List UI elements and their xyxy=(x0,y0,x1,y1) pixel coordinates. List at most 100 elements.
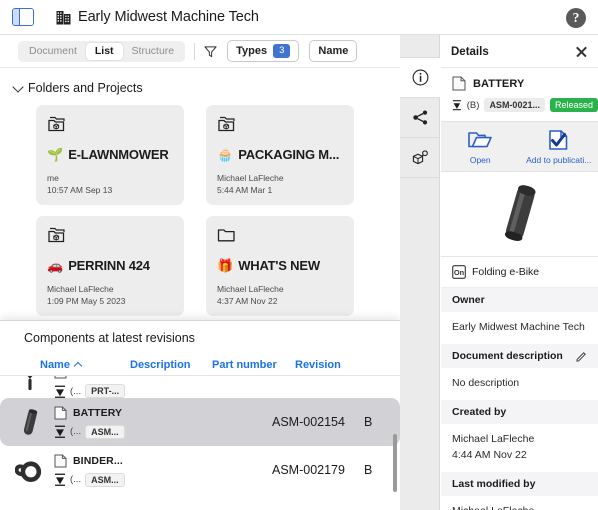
column-header-part-number[interactable]: Part number xyxy=(212,359,295,371)
details-part-pill: ASM-0021... xyxy=(484,98,545,112)
pencil-icon[interactable] xyxy=(576,351,587,362)
table-row-name: BINDER... xyxy=(73,454,123,467)
table-row-revision: B xyxy=(364,415,373,429)
folder-card[interactable]: 🎁 WHAT'S NEW Michael LaFleche 4:37 AM No… xyxy=(206,216,354,316)
details-revision-label: (B) xyxy=(466,99,480,111)
details-source-label: Folding e-Bike xyxy=(472,266,540,278)
details-owner-value: Early Midwest Machine Tech xyxy=(452,321,585,333)
document-sheet-icon xyxy=(54,406,67,419)
table-row-paren: (... xyxy=(70,426,82,437)
revision-icon xyxy=(452,100,461,111)
table-row-info: BATTERY (... ASM... xyxy=(54,406,160,439)
folder-card-owner: Michael LaFleche xyxy=(47,284,114,295)
folders-section-header[interactable]: Folders and Projects xyxy=(0,68,400,105)
details-field-label-created-by: Created by xyxy=(441,400,598,425)
revision-icon xyxy=(55,425,65,438)
details-preview xyxy=(441,172,598,257)
folder-card-name-row: 🧁 PACKAGING M... xyxy=(217,147,343,162)
table-row-paren: (... xyxy=(70,474,82,485)
table-row-part-pill: PRT-... xyxy=(85,384,126,398)
tab-list[interactable]: List xyxy=(85,42,123,60)
tab-structure[interactable]: Structure xyxy=(123,43,184,60)
table-row[interactable]: (... PRT-... xyxy=(0,376,400,398)
table-row-name-line: BATTERY xyxy=(54,406,160,420)
folder-card-grid: 🌱 E-LAWNMOWER me 10:57 AM Sep 13 🧁 PACKA… xyxy=(0,105,400,316)
close-icon[interactable] xyxy=(575,45,588,58)
details-last-modified-label: Last modified by xyxy=(452,477,536,490)
rail-button-properties[interactable] xyxy=(400,138,440,178)
column-header-name-label: Name xyxy=(40,358,70,371)
folder-card-modified: 1:09 PM May 5 2023 xyxy=(47,295,126,306)
folder-card[interactable]: 🚗 PERRINN 424 Michael LaFleche 1:09 PM M… xyxy=(36,216,184,316)
open-folder-icon xyxy=(468,132,493,148)
add-to-publication-button[interactable]: Add to publicati... xyxy=(520,129,598,165)
folder-card-modified: 10:57 AM Sep 13 xyxy=(47,184,113,195)
components-panel-title: Components at latest revisions xyxy=(0,321,400,354)
folder-card[interactable]: 🌱 E-LAWNMOWER me 10:57 AM Sep 13 xyxy=(36,105,184,205)
table-row-name-line xyxy=(54,376,160,379)
table-row[interactable]: BINDER... (... ASM... ASM-002179 B xyxy=(0,446,400,492)
svg-text:On: On xyxy=(454,268,465,277)
funnel-icon[interactable] xyxy=(204,45,217,58)
rail-button-info[interactable] xyxy=(400,58,440,98)
filter-chip-name[interactable]: Name xyxy=(309,40,358,62)
folder-card-owner: Michael LaFleche xyxy=(217,173,284,184)
filter-chip-types-count: 3 xyxy=(273,44,291,58)
details-created-by-label: Created by xyxy=(452,406,507,419)
table-row-part-pill: ASM... xyxy=(85,424,125,439)
folders-section-label: Folders and Projects xyxy=(28,81,143,95)
project-folder-icon xyxy=(48,227,65,243)
folder-card[interactable]: 🧁 PACKAGING M... Michael LaFleche 5:44 A… xyxy=(206,105,354,205)
table-row-name: BATTERY xyxy=(73,406,123,419)
revision-icon xyxy=(55,385,65,398)
table-row-sub-line: (... ASM... xyxy=(54,472,160,487)
app-root: Early Midwest Machine Tech ? Document Li… xyxy=(0,0,598,510)
details-action-bar: Open Add to publicati... xyxy=(441,121,598,172)
document-title-group: Early Midwest Machine Tech xyxy=(56,9,259,25)
add-to-publication-icon xyxy=(548,130,568,150)
table-row-info: BINDER... (... ASM... xyxy=(54,454,160,487)
view-mode-segmented-control: Document List Structure xyxy=(18,40,186,62)
column-header-name[interactable]: Name xyxy=(40,359,130,371)
sidebar-toggle-icon[interactable] xyxy=(12,8,34,26)
table-row-sub-line: (... ASM... xyxy=(54,424,160,439)
document-sheet-icon xyxy=(452,76,466,91)
chevron-down-icon xyxy=(12,80,24,93)
folder-emoji-icon: 🚗 xyxy=(47,258,64,273)
folder-card-meta: me 10:57 AM Sep 13 xyxy=(47,173,112,196)
folder-card-name: PERRINN 424 xyxy=(68,258,150,273)
top-bar: Early Midwest Machine Tech ? xyxy=(0,0,598,35)
details-field-label-last-modified-by: Last modified by xyxy=(441,471,598,496)
table-row[interactable]: BATTERY (... ASM... ASM-002154 B xyxy=(0,398,400,446)
details-owner-label: Owner xyxy=(452,294,485,306)
column-header-description[interactable]: Description xyxy=(130,359,212,371)
column-header-revision[interactable]: Revision xyxy=(295,359,355,371)
filter-chip-types-label: Types xyxy=(236,45,268,57)
folder-card-meta: Michael LaFleche 1:09 PM May 5 2023 xyxy=(47,284,125,307)
sort-asc-caret-icon xyxy=(73,361,83,370)
details-item-name: BATTERY xyxy=(473,77,525,90)
folder-card-meta: Michael LaFleche 5:44 AM Mar 1 xyxy=(217,173,284,196)
onshape-document-icon: On xyxy=(452,265,466,279)
tab-document[interactable]: Document xyxy=(20,43,86,60)
sidebar-toggle-left-pane xyxy=(13,9,20,25)
details-source-document[interactable]: On Folding e-Bike xyxy=(441,257,598,288)
open-button[interactable]: Open xyxy=(441,129,520,165)
add-to-publication-label: Add to publicati... xyxy=(526,155,592,165)
building-icon xyxy=(56,11,71,25)
folder-card-name: WHAT'S NEW xyxy=(238,258,320,273)
help-icon[interactable]: ? xyxy=(566,8,586,28)
cube-properties-icon xyxy=(412,149,428,164)
toolbar-divider xyxy=(194,42,196,60)
info-icon xyxy=(412,69,428,86)
vertical-scrollbar[interactable] xyxy=(393,434,397,492)
details-item-sub-row: (B) ASM-0021... Released xyxy=(441,91,598,121)
folder-emoji-icon: 🧁 xyxy=(217,147,234,162)
filter-chip-types[interactable]: Types 3 xyxy=(227,40,300,62)
folder-card-modified: 4:37 AM Nov 22 xyxy=(217,295,278,306)
binder-thumbnail-icon xyxy=(12,450,48,490)
details-item-name-row: BATTERY xyxy=(441,68,598,91)
folder-card-name-row: 🚗 PERRINN 424 xyxy=(47,258,173,273)
table-row-revision: B xyxy=(364,463,373,477)
rail-button-share[interactable] xyxy=(400,98,440,138)
